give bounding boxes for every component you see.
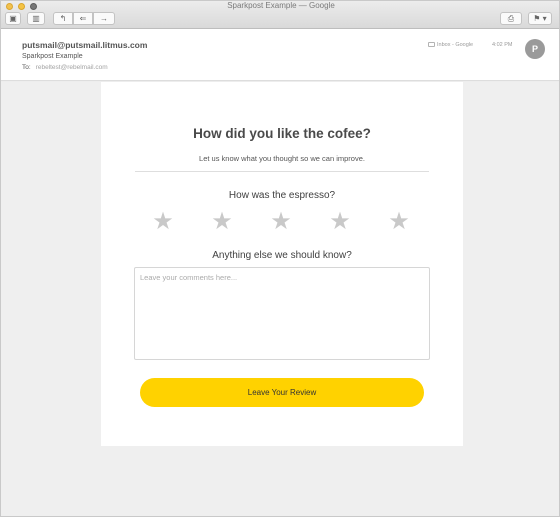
divider <box>135 171 429 172</box>
mailbox-name: Inbox - Google <box>437 42 474 48</box>
received-time: 4:02 PM <box>492 42 513 48</box>
recipient-line: To: rebeltest@rebelmail.com <box>22 64 108 71</box>
mailbox-label: Inbox - Google <box>428 42 473 48</box>
forward-button[interactable]: → <box>93 12 115 25</box>
reply-button[interactable]: ↰ <box>53 12 73 25</box>
comments-question: Anything else we should know? <box>212 250 352 261</box>
window-title: Sparkpost Example — Google <box>227 1 335 10</box>
star-icon-5[interactable]: ★ <box>387 209 411 233</box>
star-icon-3[interactable]: ★ <box>269 209 293 233</box>
rating-question: How was the espresso? <box>228 190 336 201</box>
print-button[interactable]: ⎙ <box>500 12 522 25</box>
title-bar: Sparkpost Example — Google ▣ ▥ ↰ ⇐ → ⎙ ⚑… <box>1 1 559 29</box>
mail-window: Sparkpost Example — Google ▣ ▥ ↰ ⇐ → ⎙ ⚑… <box>0 0 560 517</box>
star-icon-2[interactable]: ★ <box>210 209 234 233</box>
reply-icon: ↰ <box>59 14 67 23</box>
archive-icon: ▣ <box>9 14 17 23</box>
star-icon-1[interactable]: ★ <box>151 209 175 233</box>
reply-all-button[interactable]: ⇐ <box>73 12 93 25</box>
review-subheading: Let us know what you thought so we can i… <box>199 154 365 163</box>
star-rating: ★ ★ ★ ★ ★ <box>101 209 463 235</box>
flag-icon: ⚑ ▾ <box>533 14 547 23</box>
review-card: How did you like the cofee? Let us know … <box>101 82 463 446</box>
recipient-address[interactable]: rebeltest@rebelmail.com <box>36 64 108 71</box>
reply-all-icon: ⇐ <box>79 14 87 23</box>
message-header: putsmail@putsmail.litmus.com Sparkpost E… <box>1 29 559 81</box>
leave-review-button[interactable]: Leave Your Review <box>140 378 424 407</box>
sender-address[interactable]: putsmail@putsmail.litmus.com <box>22 40 147 50</box>
to-label: To: <box>22 64 31 71</box>
flag-button[interactable]: ⚑ ▾ <box>528 12 552 25</box>
forward-icon: → <box>100 14 108 23</box>
avatar: P <box>525 39 545 59</box>
review-heading: How did you like the cofee? <box>193 126 371 141</box>
star-icon-4[interactable]: ★ <box>328 209 352 233</box>
delete-button[interactable]: ▥ <box>27 12 45 25</box>
print-icon: ⎙ <box>507 14 515 23</box>
comments-textarea[interactable] <box>134 267 430 360</box>
trash-icon: ▥ <box>32 14 40 23</box>
folder-icon <box>428 42 435 48</box>
archive-button[interactable]: ▣ <box>5 12 21 25</box>
subject-line: Sparkpost Example <box>22 53 83 60</box>
